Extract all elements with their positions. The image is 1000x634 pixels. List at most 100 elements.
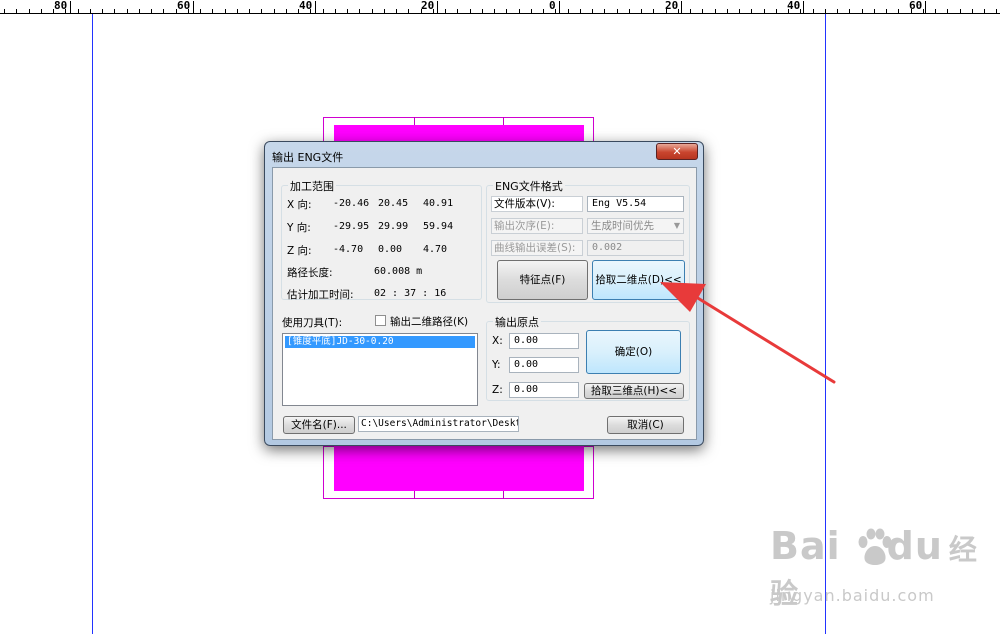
ruler-tick	[837, 9, 838, 13]
ruler-tick	[151, 9, 152, 13]
ruler-tick	[531, 9, 532, 13]
ruler-tick	[727, 9, 728, 13]
ruler-tick	[114, 9, 115, 13]
origin-x-value: 0.00	[514, 335, 539, 346]
z-label: Z:	[492, 384, 503, 396]
range-value: 40.91	[423, 198, 454, 209]
ruler-tick	[274, 9, 275, 13]
version-value: Eng V5.54	[592, 198, 647, 209]
ruler-tick	[519, 9, 520, 13]
ruler-major-tick	[193, 1, 194, 13]
close-button[interactable]: ✕	[656, 143, 698, 160]
ruler-tick	[384, 9, 385, 13]
top-ruler: 80 60 40 20 0 20 40 60	[0, 0, 1000, 14]
ruler-tick	[200, 9, 201, 13]
ruler-tick	[335, 9, 336, 13]
order-label: 输出次序(E):	[491, 218, 583, 234]
list-item[interactable]: [锥度平底]JD-30-0.20	[285, 336, 475, 348]
ruler-tick	[751, 9, 752, 13]
output-path-field[interactable]: C:\Users\Administrator\Desktop	[358, 416, 519, 432]
origin-x-input[interactable]: 0.00	[509, 333, 579, 349]
ruler-tick	[421, 9, 422, 13]
ruler-tick	[862, 9, 863, 13]
ruler-tick	[592, 9, 593, 13]
ruler-tick	[568, 9, 569, 13]
ruler-tick	[225, 9, 226, 13]
group-title: 加工范围	[288, 178, 336, 194]
part-divider	[503, 117, 504, 125]
ruler-tick	[237, 9, 238, 13]
ruler-tick	[617, 9, 618, 13]
ruler-tick	[53, 9, 54, 13]
axis-label: Z 向:	[287, 245, 312, 257]
filename-button[interactable]: 文件名(F)...	[283, 416, 355, 434]
tolerance-value: 0.002	[592, 242, 623, 253]
ruler-tick	[212, 9, 213, 13]
ruler-tick	[90, 9, 91, 13]
ruler-tick	[678, 9, 679, 13]
ruler-major-tick	[925, 1, 926, 13]
watermark-brand-latin: Bai	[770, 524, 841, 568]
ruler-tick	[898, 9, 899, 13]
ruler-tick	[41, 9, 42, 13]
ruler-tick	[396, 9, 397, 13]
ruler-tick	[690, 9, 691, 13]
output-path-value: C:\Users\Administrator\Desktop	[361, 418, 519, 429]
button-label: 拾取二维点(D)<<	[595, 274, 682, 286]
range-value: -29.95	[333, 221, 370, 232]
ruler-tick	[494, 9, 495, 13]
ruler-tick	[543, 9, 544, 13]
ruler-tick	[702, 9, 703, 13]
tolerance-field[interactable]: 0.002	[587, 240, 684, 256]
ruler-tick	[65, 9, 66, 13]
feature-point-button[interactable]: 特征点(F)	[497, 260, 588, 300]
ruler-tick	[996, 9, 997, 13]
axis-label: Y 向:	[287, 222, 311, 234]
ruler-tick	[188, 9, 189, 13]
range-value: -4.70	[333, 244, 364, 255]
x-label: X:	[492, 335, 503, 347]
ruler-tick	[359, 9, 360, 13]
pick-3d-point-button[interactable]: 拾取三维点(H)<<	[584, 383, 684, 399]
ruler-tick	[249, 9, 250, 13]
cancel-button[interactable]: 取消(C)	[607, 416, 684, 434]
ruler-tick	[935, 9, 936, 13]
origin-z-value: 0.00	[514, 384, 539, 395]
ruler-tick	[372, 9, 373, 13]
ruler-tick	[298, 9, 299, 13]
dialog-title: 输出 ENG文件	[272, 151, 344, 164]
output-2d-path-label[interactable]: 输出二维路径(K)	[390, 314, 468, 329]
ruler-tick	[176, 9, 177, 13]
ruler-tick	[972, 9, 973, 13]
ruler-tick	[139, 9, 140, 13]
ruler-tick	[923, 9, 924, 13]
paw-icon	[858, 528, 892, 565]
version-field[interactable]: Eng V5.54	[587, 196, 684, 212]
ruler-tick	[580, 9, 581, 13]
dialog-titlebar[interactable]: 输出 ENG文件 ✕	[265, 142, 703, 168]
ruler-tick	[127, 9, 128, 13]
output-2d-path-checkbox[interactable]	[375, 315, 386, 326]
ruler-tick	[102, 9, 103, 13]
order-select[interactable]: 生成时间优先 ▼	[587, 218, 684, 234]
origin-y-input[interactable]: 0.00	[509, 357, 579, 373]
ruler-tick	[764, 9, 765, 13]
button-label: 特征点(F)	[519, 274, 566, 286]
pick-2d-point-button[interactable]: 拾取二维点(D)<<	[592, 260, 685, 300]
time-label: 估计加工时间:	[287, 289, 354, 301]
ruler-tick	[555, 9, 556, 13]
button-label: 文件名(F)...	[291, 419, 347, 431]
origin-z-input[interactable]: 0.00	[509, 382, 579, 398]
ruler-tick	[641, 9, 642, 13]
ruler-tick	[800, 9, 801, 13]
ruler-tick	[29, 9, 30, 13]
ruler-tick	[666, 9, 667, 13]
ruler-tick	[813, 9, 814, 13]
tool-listbox[interactable]: [锥度平底]JD-30-0.20	[282, 333, 478, 406]
ok-button[interactable]: 确定(O)	[586, 330, 681, 374]
ruler-tick	[408, 9, 409, 13]
tools-label: 使用刀具(T):	[282, 317, 343, 329]
ruler-tick	[825, 9, 826, 13]
button-label: 取消(C)	[627, 419, 664, 431]
ruler-tick	[886, 9, 887, 13]
